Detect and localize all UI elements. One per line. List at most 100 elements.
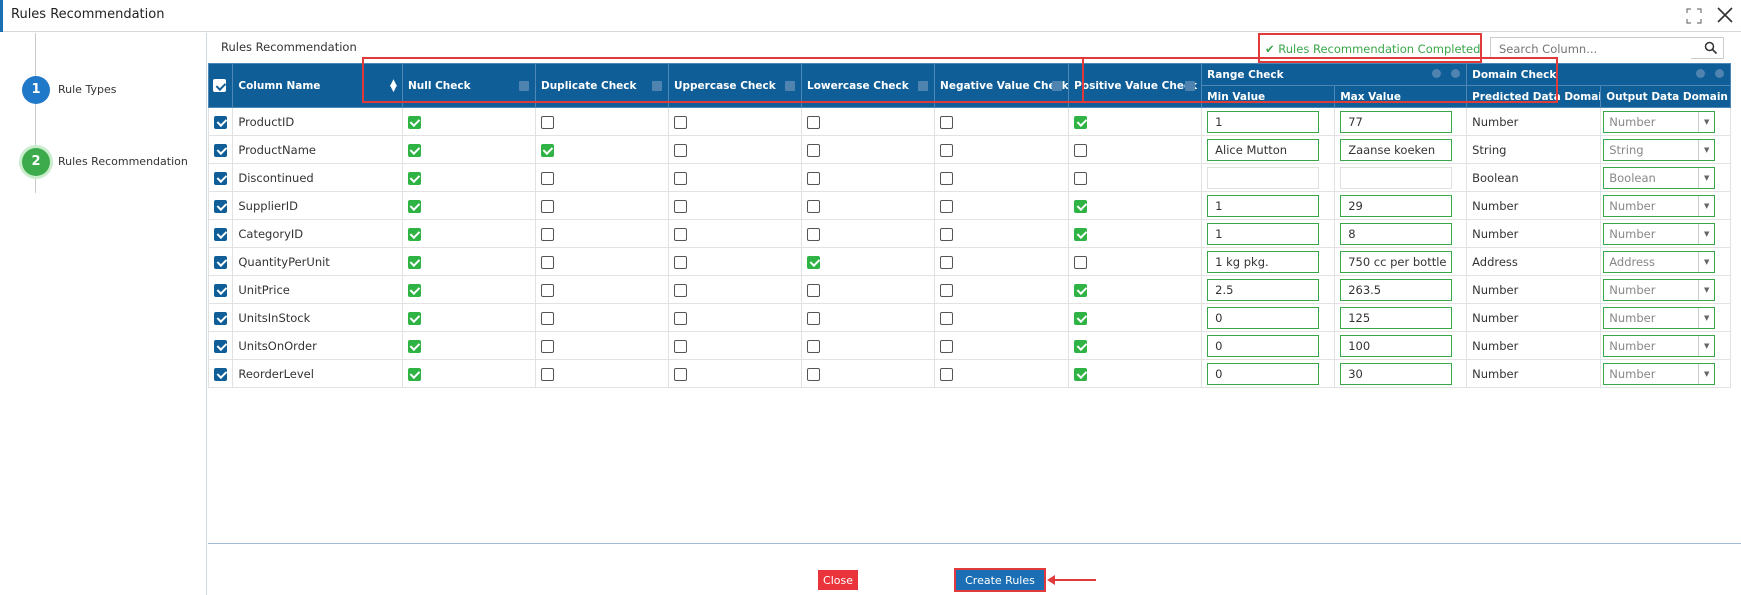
- negative-check-checkbox[interactable]: [940, 143, 954, 157]
- row-select-checkbox[interactable]: [214, 367, 228, 381]
- max-value-input[interactable]: 125: [1340, 306, 1453, 329]
- header-negative-value-check[interactable]: Negative Value Check: [934, 63, 1070, 108]
- null-check-checkbox[interactable]: [407, 199, 421, 213]
- max-value-input[interactable]: 263.5: [1340, 278, 1453, 301]
- null-check-checkbox[interactable]: [407, 367, 421, 381]
- min-value-input[interactable]: [1207, 166, 1320, 189]
- positive-check-checkbox[interactable]: [1074, 199, 1088, 213]
- output-domain-select[interactable]: Number ▼: [1603, 362, 1716, 385]
- null-check-checkbox[interactable]: [407, 311, 421, 325]
- row-select-checkbox[interactable]: [214, 115, 228, 129]
- row-select-checkbox[interactable]: [214, 283, 228, 297]
- null-check-checkbox[interactable]: [407, 227, 421, 241]
- header-lowercase-check[interactable]: Lowercase Check: [801, 63, 936, 108]
- chevron-down-icon[interactable]: ▼: [1698, 251, 1714, 272]
- chevron-down-icon[interactable]: ▼: [1698, 363, 1714, 384]
- output-domain-select[interactable]: Number ▼: [1603, 306, 1716, 329]
- positive-check-checkbox[interactable]: [1074, 283, 1088, 297]
- column-menu-icon[interactable]: [1185, 80, 1196, 91]
- negative-check-checkbox[interactable]: [940, 199, 954, 213]
- positive-check-checkbox[interactable]: [1074, 311, 1088, 325]
- duplicate-check-checkbox[interactable]: [540, 339, 554, 353]
- duplicate-check-checkbox[interactable]: [540, 199, 554, 213]
- refresh-icon[interactable]: [1432, 69, 1442, 78]
- lowercase-check-checkbox[interactable]: [807, 339, 821, 353]
- negative-check-checkbox[interactable]: [940, 227, 954, 241]
- lowercase-check-checkbox[interactable]: [807, 255, 821, 269]
- uppercase-check-checkbox[interactable]: [674, 171, 687, 185]
- column-menu-icon[interactable]: [918, 80, 929, 91]
- duplicate-check-checkbox[interactable]: [540, 171, 554, 185]
- output-domain-select[interactable]: Number ▼: [1603, 334, 1716, 357]
- max-value-input[interactable]: [1340, 166, 1453, 189]
- sort-icon[interactable]: ▲ ▼: [390, 78, 397, 93]
- column-menu-icon[interactable]: [518, 80, 529, 91]
- max-value-input[interactable]: 8: [1340, 222, 1453, 245]
- output-domain-select[interactable]: Number ▼: [1603, 278, 1716, 301]
- select-all-checkbox[interactable]: [213, 79, 226, 92]
- negative-check-checkbox[interactable]: [940, 115, 954, 129]
- negative-check-checkbox[interactable]: [940, 339, 954, 353]
- step-rules-recommendation[interactable]: 2 Rules Recommendation: [22, 148, 202, 178]
- row-select-checkbox[interactable]: [214, 255, 228, 269]
- null-check-checkbox[interactable]: [407, 283, 421, 297]
- uppercase-check-checkbox[interactable]: [674, 199, 687, 213]
- lowercase-check-checkbox[interactable]: [807, 283, 821, 297]
- lowercase-check-checkbox[interactable]: [807, 367, 821, 381]
- header-column-name[interactable]: Column Name ▲ ▼: [232, 63, 403, 108]
- min-value-input[interactable]: Alice Mutton: [1207, 138, 1320, 161]
- uppercase-check-checkbox[interactable]: [674, 283, 687, 297]
- create-rules-button[interactable]: Create Rules: [954, 568, 1046, 592]
- duplicate-check-checkbox[interactable]: [540, 115, 554, 129]
- positive-check-checkbox[interactable]: [1074, 339, 1088, 353]
- positive-check-checkbox[interactable]: [1074, 255, 1088, 269]
- toggle-icon[interactable]: [1715, 69, 1724, 78]
- column-menu-icon[interactable]: [652, 80, 662, 91]
- duplicate-check-checkbox[interactable]: [540, 283, 554, 297]
- chevron-down-icon[interactable]: ▼: [1698, 167, 1714, 188]
- positive-check-checkbox[interactable]: [1074, 227, 1088, 241]
- max-value-input[interactable]: 77: [1340, 110, 1453, 133]
- refresh-icon[interactable]: [1696, 69, 1705, 78]
- step-rule-types[interactable]: 1 Rule Types: [22, 76, 202, 106]
- null-check-checkbox[interactable]: [407, 115, 421, 129]
- output-domain-select[interactable]: Number ▼: [1603, 110, 1716, 133]
- negative-check-checkbox[interactable]: [940, 367, 954, 381]
- negative-check-checkbox[interactable]: [940, 255, 954, 269]
- column-menu-icon[interactable]: [785, 80, 796, 91]
- min-value-input[interactable]: 1 kg pkg.: [1207, 250, 1320, 273]
- duplicate-check-checkbox[interactable]: [540, 227, 554, 241]
- uppercase-check-checkbox[interactable]: [674, 311, 687, 325]
- output-domain-select[interactable]: Number ▼: [1603, 222, 1716, 245]
- toggle-icon[interactable]: [1451, 69, 1461, 78]
- uppercase-check-checkbox[interactable]: [674, 143, 687, 157]
- search-icon[interactable]: [1704, 41, 1718, 55]
- row-select-checkbox[interactable]: [214, 227, 228, 241]
- output-domain-select[interactable]: String ▼: [1603, 138, 1716, 161]
- uppercase-check-checkbox[interactable]: [674, 339, 687, 353]
- lowercase-check-checkbox[interactable]: [807, 199, 821, 213]
- output-domain-select[interactable]: Boolean ▼: [1603, 166, 1716, 189]
- uppercase-check-checkbox[interactable]: [674, 367, 687, 381]
- header-duplicate-check[interactable]: Duplicate Check: [534, 63, 670, 108]
- maximize-icon[interactable]: [1686, 8, 1702, 24]
- lowercase-check-checkbox[interactable]: [807, 311, 821, 325]
- uppercase-check-checkbox[interactable]: [674, 115, 687, 129]
- max-value-input[interactable]: 29: [1340, 194, 1453, 217]
- max-value-input[interactable]: 100: [1340, 334, 1453, 357]
- duplicate-check-checkbox[interactable]: [540, 143, 554, 157]
- close-button[interactable]: Close: [818, 570, 858, 590]
- lowercase-check-checkbox[interactable]: [807, 143, 821, 157]
- row-select-checkbox[interactable]: [214, 171, 228, 185]
- positive-check-checkbox[interactable]: [1074, 115, 1088, 129]
- positive-check-checkbox[interactable]: [1074, 171, 1088, 185]
- lowercase-check-checkbox[interactable]: [807, 115, 821, 129]
- chevron-down-icon[interactable]: ▼: [1698, 335, 1714, 356]
- duplicate-check-checkbox[interactable]: [540, 311, 554, 325]
- output-domain-select[interactable]: Number ▼: [1603, 194, 1716, 217]
- row-select-checkbox[interactable]: [214, 311, 228, 325]
- max-value-input[interactable]: Zaanse koeken: [1340, 138, 1453, 161]
- duplicate-check-checkbox[interactable]: [540, 367, 554, 381]
- min-value-input[interactable]: 0: [1207, 362, 1320, 385]
- uppercase-check-checkbox[interactable]: [674, 255, 687, 269]
